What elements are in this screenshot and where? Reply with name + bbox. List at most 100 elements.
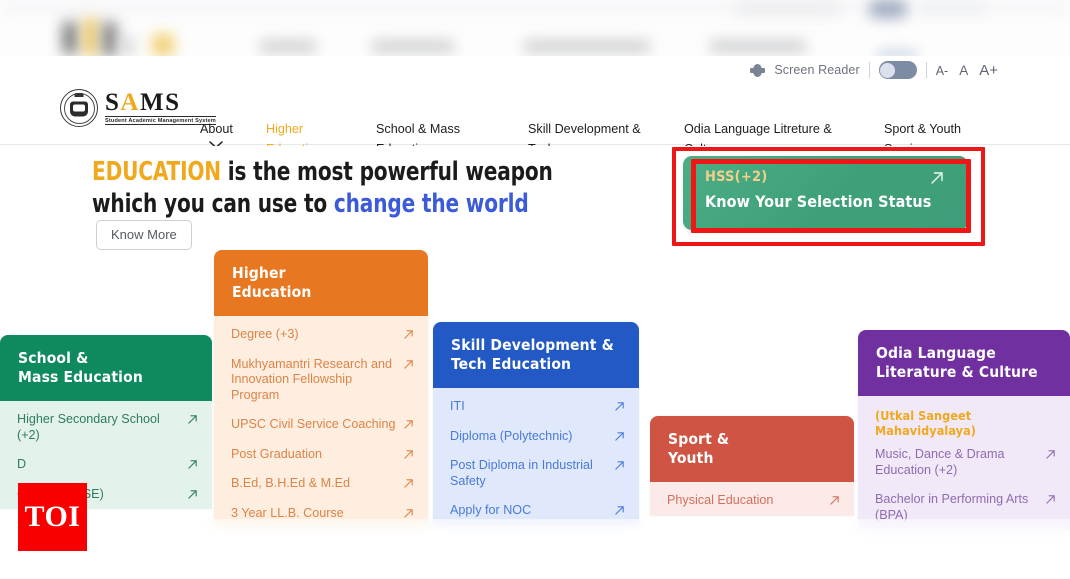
- card-link-item[interactable]: Physical Education: [650, 486, 854, 516]
- blurred-nav-word: [372, 40, 454, 53]
- browser-tab-ghost: [870, 0, 906, 18]
- external-link-arrow-icon: [404, 479, 413, 488]
- browser-tab-ghost: [920, 3, 986, 14]
- card-link-item[interactable]: ITI: [433, 392, 639, 422]
- card-link-label: Bachelor in Performing Arts (BPA): [875, 492, 1029, 522]
- browser-tab-ghost: [735, 2, 840, 15]
- card-title-line1: School &: [18, 349, 89, 367]
- card-link-list: ITI Diploma (Polytechnic) Post Diploma i…: [433, 388, 639, 526]
- font-decrease-button[interactable]: A-: [936, 64, 949, 78]
- screen-reader-label[interactable]: Screen Reader: [774, 63, 859, 77]
- hss-tile-eyebrow: HSS(+2): [705, 169, 768, 185]
- external-link-arrow-icon: [1046, 450, 1055, 459]
- divider: [868, 62, 870, 78]
- card-link-label: Post Graduation: [231, 446, 323, 461]
- emblem-top-mark: [74, 93, 84, 97]
- nav-item-label-line1: Skill Development &: [528, 122, 641, 136]
- card-higher-education: Higher Education Degree (+3) Mukhyamantr…: [214, 250, 428, 528]
- card-link-item[interactable]: UPSC Civil Service Coaching: [214, 410, 428, 440]
- page-logo-blur: [122, 36, 134, 56]
- card-header: Odia Language Literature & Culture: [858, 330, 1070, 396]
- nav-item-label-line1: Higher: [266, 122, 304, 136]
- external-link-arrow-icon: [615, 402, 624, 411]
- card-link-item[interactable]: Higher Secondary School (+2): [0, 405, 212, 450]
- card-link-label: Diploma (Polytechnic): [450, 428, 573, 443]
- card-link-list: (Utkal Sangeet Mahavidyalaya) Music, Dan…: [858, 396, 1070, 530]
- blurred-nav-word: [524, 40, 650, 53]
- card-title-line2: Mass Education: [18, 368, 143, 386]
- hss-selection-status-tile[interactable]: HSS(+2) Know Your Selection Status: [683, 156, 968, 230]
- card-section-note: (Utkal Sangeet Mahavidyalaya): [875, 408, 977, 438]
- brand-letter-s: S: [105, 88, 121, 116]
- card-link-list: Physical Education: [650, 482, 854, 516]
- nav-item-label-line1: Odia Language Litreture &: [684, 122, 832, 136]
- nav-item-label-line1: School & Mass: [376, 122, 460, 136]
- card-link-item[interactable]: Post Diploma in Industrial Safety: [433, 451, 639, 496]
- card-link-item[interactable]: Mukhyamantri Research and Innovation Fel…: [214, 350, 428, 411]
- toggle-knob: [880, 62, 896, 78]
- card-link-item[interactable]: Post Graduation: [214, 440, 428, 470]
- card-link-label: Post Diploma in Industrial Safety: [450, 458, 593, 488]
- external-link-arrow-icon: [188, 415, 197, 424]
- external-link-arrow-icon: [404, 508, 413, 518]
- card-link-item[interactable]: B.Ed, B.H.Ed & M.Ed: [214, 469, 428, 499]
- sams-logo[interactable]: SAMS Student Academic Management System: [60, 89, 216, 127]
- font-increase-button[interactable]: A+: [979, 62, 998, 79]
- card-link-label: D: [17, 457, 27, 471]
- external-link-arrow-icon: [188, 489, 197, 499]
- hero-highlight-word: EDUCATION: [92, 157, 221, 187]
- font-normal-button[interactable]: A: [959, 63, 968, 78]
- page-logo-blur: [102, 22, 117, 56]
- card-link-label: Degree (+3): [231, 327, 299, 341]
- nav-item-label-line1: Sport & Youth: [884, 122, 962, 136]
- hss-tile-title: Know Your Selection Status: [705, 192, 932, 211]
- screen-reader-toggle[interactable]: [878, 61, 917, 79]
- browser-tabstrip-blur: [0, 0, 1070, 20]
- external-link-arrow-icon: [615, 461, 624, 470]
- site-header: Screen Reader A- A A+ SAMS Student Acade…: [0, 56, 1070, 169]
- external-link-arrow-icon: [404, 420, 413, 429]
- card-title-line2: Youth: [668, 449, 714, 467]
- external-link-arrow-icon: [404, 330, 413, 339]
- main-navigation: SAMS Student Academic Management System …: [0, 80, 1070, 169]
- odisha-emblem-icon: [60, 89, 98, 127]
- nav-item-about[interactable]: About: [200, 120, 233, 149]
- font-size-controls: A- A A+: [936, 62, 998, 79]
- card-link-item[interactable]: 3 Year LL.B. Course: [214, 499, 428, 529]
- category-cards: School & Mass Education Higher Secondary…: [0, 250, 1070, 579]
- external-link-arrow-icon: [188, 460, 197, 469]
- card-skill-development-tech-education: Skill Development & Tech Education ITI D…: [433, 322, 639, 526]
- card-header: Higher Education: [214, 250, 428, 316]
- card-link-label: 3 Year LL.B. Course: [231, 505, 344, 520]
- know-more-button[interactable]: Know More: [96, 220, 192, 250]
- card-title-line2: Education: [232, 283, 312, 301]
- card-link-item[interactable]: Diploma (Polytechnic): [433, 422, 639, 452]
- card-title-line1: Sport &: [668, 430, 730, 448]
- card-link-label: B.Ed, B.H.Ed & M.Ed: [231, 476, 350, 490]
- blurred-nav-word: [260, 40, 316, 53]
- card-sport-youth: Sport & Youth Physical Education: [650, 416, 854, 516]
- hero-copy: EDUCATION is the most powerful weapon wh…: [92, 156, 652, 220]
- browser-chrome-blurred: [0, 0, 1070, 56]
- card-title-line1: Odia Language: [876, 344, 996, 362]
- external-link-arrow-icon: [615, 431, 624, 441]
- nav-item-label: About: [200, 122, 233, 136]
- card-link-item[interactable]: Bachelor in Performing Arts (BPA): [858, 485, 1070, 530]
- card-header: Sport & Youth: [650, 416, 854, 482]
- toi-watermark-text: TOI: [24, 500, 81, 533]
- screen-reader-icon: [750, 63, 766, 77]
- card-title-line1: Higher: [232, 264, 286, 282]
- card-link-item[interactable]: Degree (+3): [214, 320, 428, 350]
- card-link-item[interactable]: D: [0, 450, 212, 480]
- external-link-arrow-icon: [830, 496, 839, 505]
- hero-line2-start: which you can use to: [92, 189, 334, 219]
- page-logo-blur: [84, 18, 97, 56]
- card-link-item[interactable]: Apply for NOC: [433, 496, 639, 526]
- card-link-item[interactable]: Music, Dance & Drama Education (+2): [858, 440, 1070, 485]
- brand-letters-ms: MS: [139, 88, 181, 116]
- external-link-arrow-icon: [404, 359, 413, 369]
- page-root: Screen Reader A- A A+ SAMS Student Acade…: [0, 0, 1070, 579]
- emblem-crest: [70, 101, 88, 117]
- toi-watermark-logo: TOI: [18, 483, 87, 551]
- page-logo-blur: [152, 34, 174, 56]
